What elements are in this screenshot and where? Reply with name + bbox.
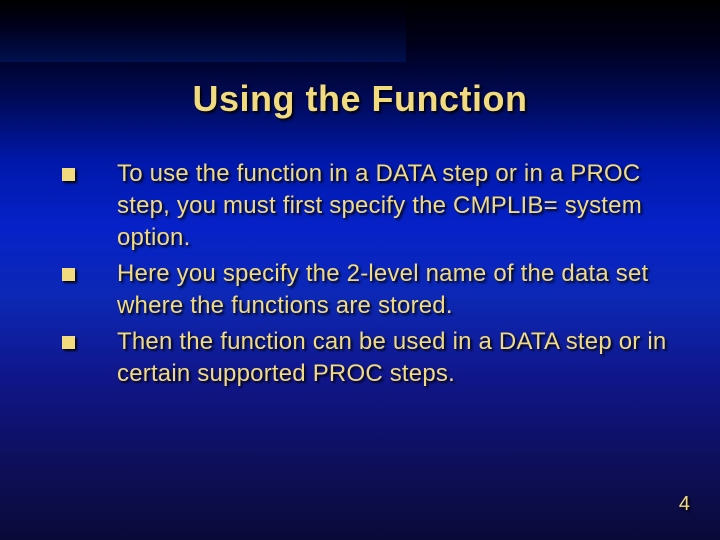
- slide: Using the Function To use the function i…: [0, 0, 720, 540]
- slide-body: To use the function in a DATA step or in…: [62, 158, 670, 394]
- list-item: Then the function can be used in a DATA …: [62, 326, 670, 390]
- slide-title: Using the Function: [0, 78, 720, 120]
- bullet-text: Then the function can be used in a DATA …: [117, 326, 670, 390]
- list-item: To use the function in a DATA step or in…: [62, 158, 670, 254]
- title-bar: [0, 0, 406, 62]
- bullet-text: To use the function in a DATA step or in…: [117, 158, 670, 254]
- page-number: 4: [679, 493, 690, 516]
- bullet-text: Here you specify the 2-level name of the…: [117, 258, 670, 322]
- square-bullet-icon: [62, 268, 75, 281]
- square-bullet-icon: [62, 168, 75, 181]
- list-item: Here you specify the 2-level name of the…: [62, 258, 670, 322]
- square-bullet-icon: [62, 336, 75, 349]
